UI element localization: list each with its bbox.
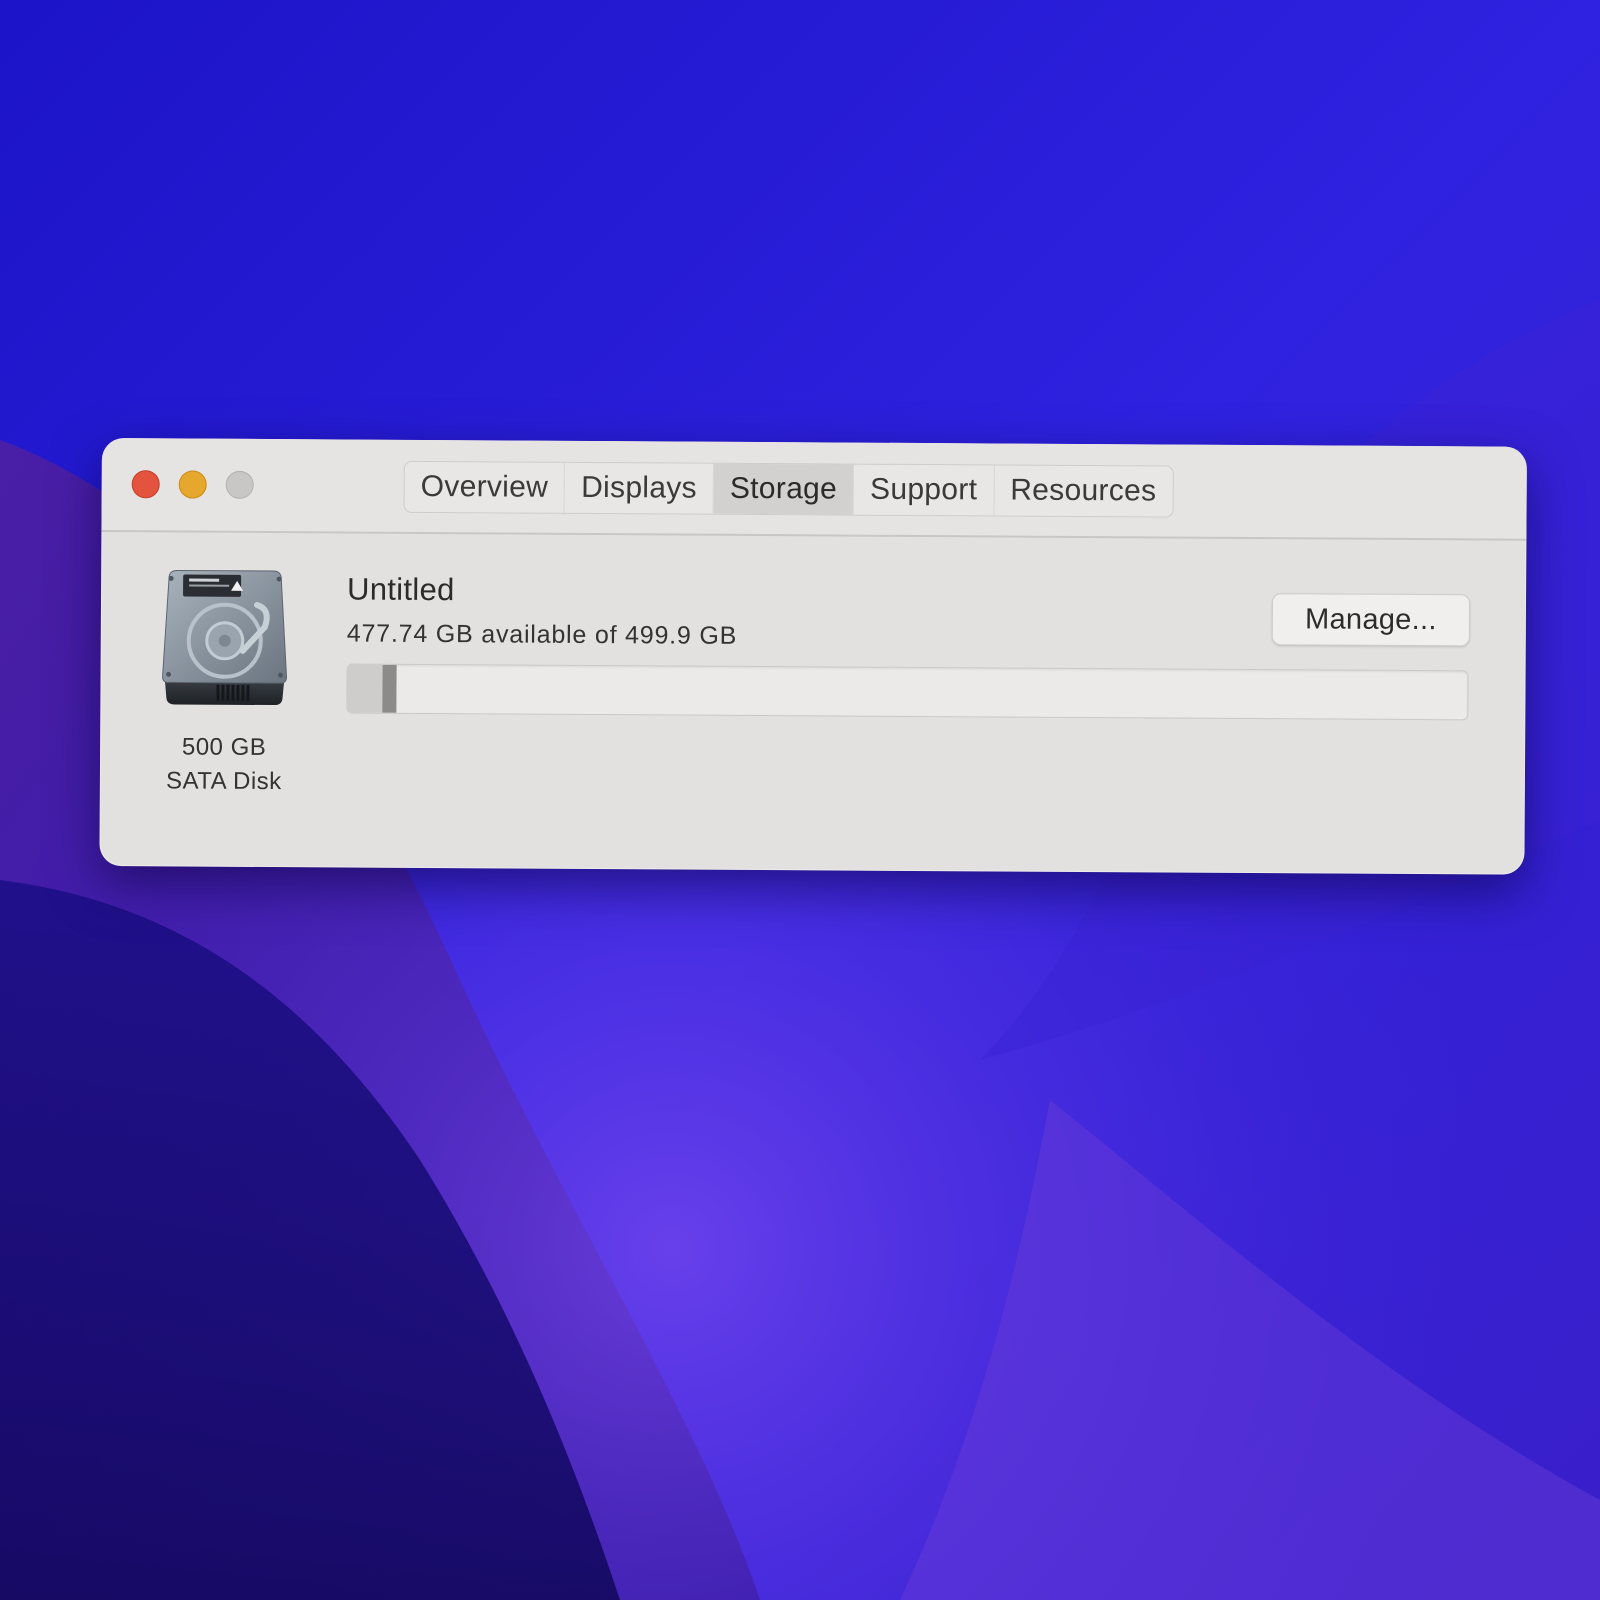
close-window-button[interactable] (131, 470, 160, 499)
minimize-window-button[interactable] (178, 470, 207, 499)
window-titlebar: Overview Displays Storage Support Resour… (101, 438, 1527, 541)
manage-button[interactable]: Manage... (1271, 593, 1471, 647)
tab-support[interactable]: Support (853, 464, 995, 516)
hard-drive-icon (162, 569, 288, 706)
disk-type-label: SATA Disk (165, 767, 282, 796)
tab-bar: Overview Displays Storage Support Resour… (403, 460, 1174, 518)
tab-displays[interactable]: Displays (564, 462, 715, 514)
volume-name: Untitled (346, 571, 455, 608)
zoom-window-button[interactable] (225, 470, 254, 499)
disk-caption: 500 GB SATA Disk (134, 730, 314, 799)
disk-capacity-label: 500 GB (181, 733, 267, 762)
tab-overview[interactable]: Overview (404, 461, 566, 513)
storage-used-segment (347, 664, 397, 713)
about-this-mac-window: Overview Displays Storage Support Resour… (99, 438, 1527, 875)
tab-storage[interactable]: Storage (713, 463, 855, 515)
volume-availability: 477.74 GB available of 499.9 GB (346, 619, 738, 650)
storage-usage-bar (346, 663, 1469, 721)
tab-resources[interactable]: Resources (994, 465, 1172, 516)
